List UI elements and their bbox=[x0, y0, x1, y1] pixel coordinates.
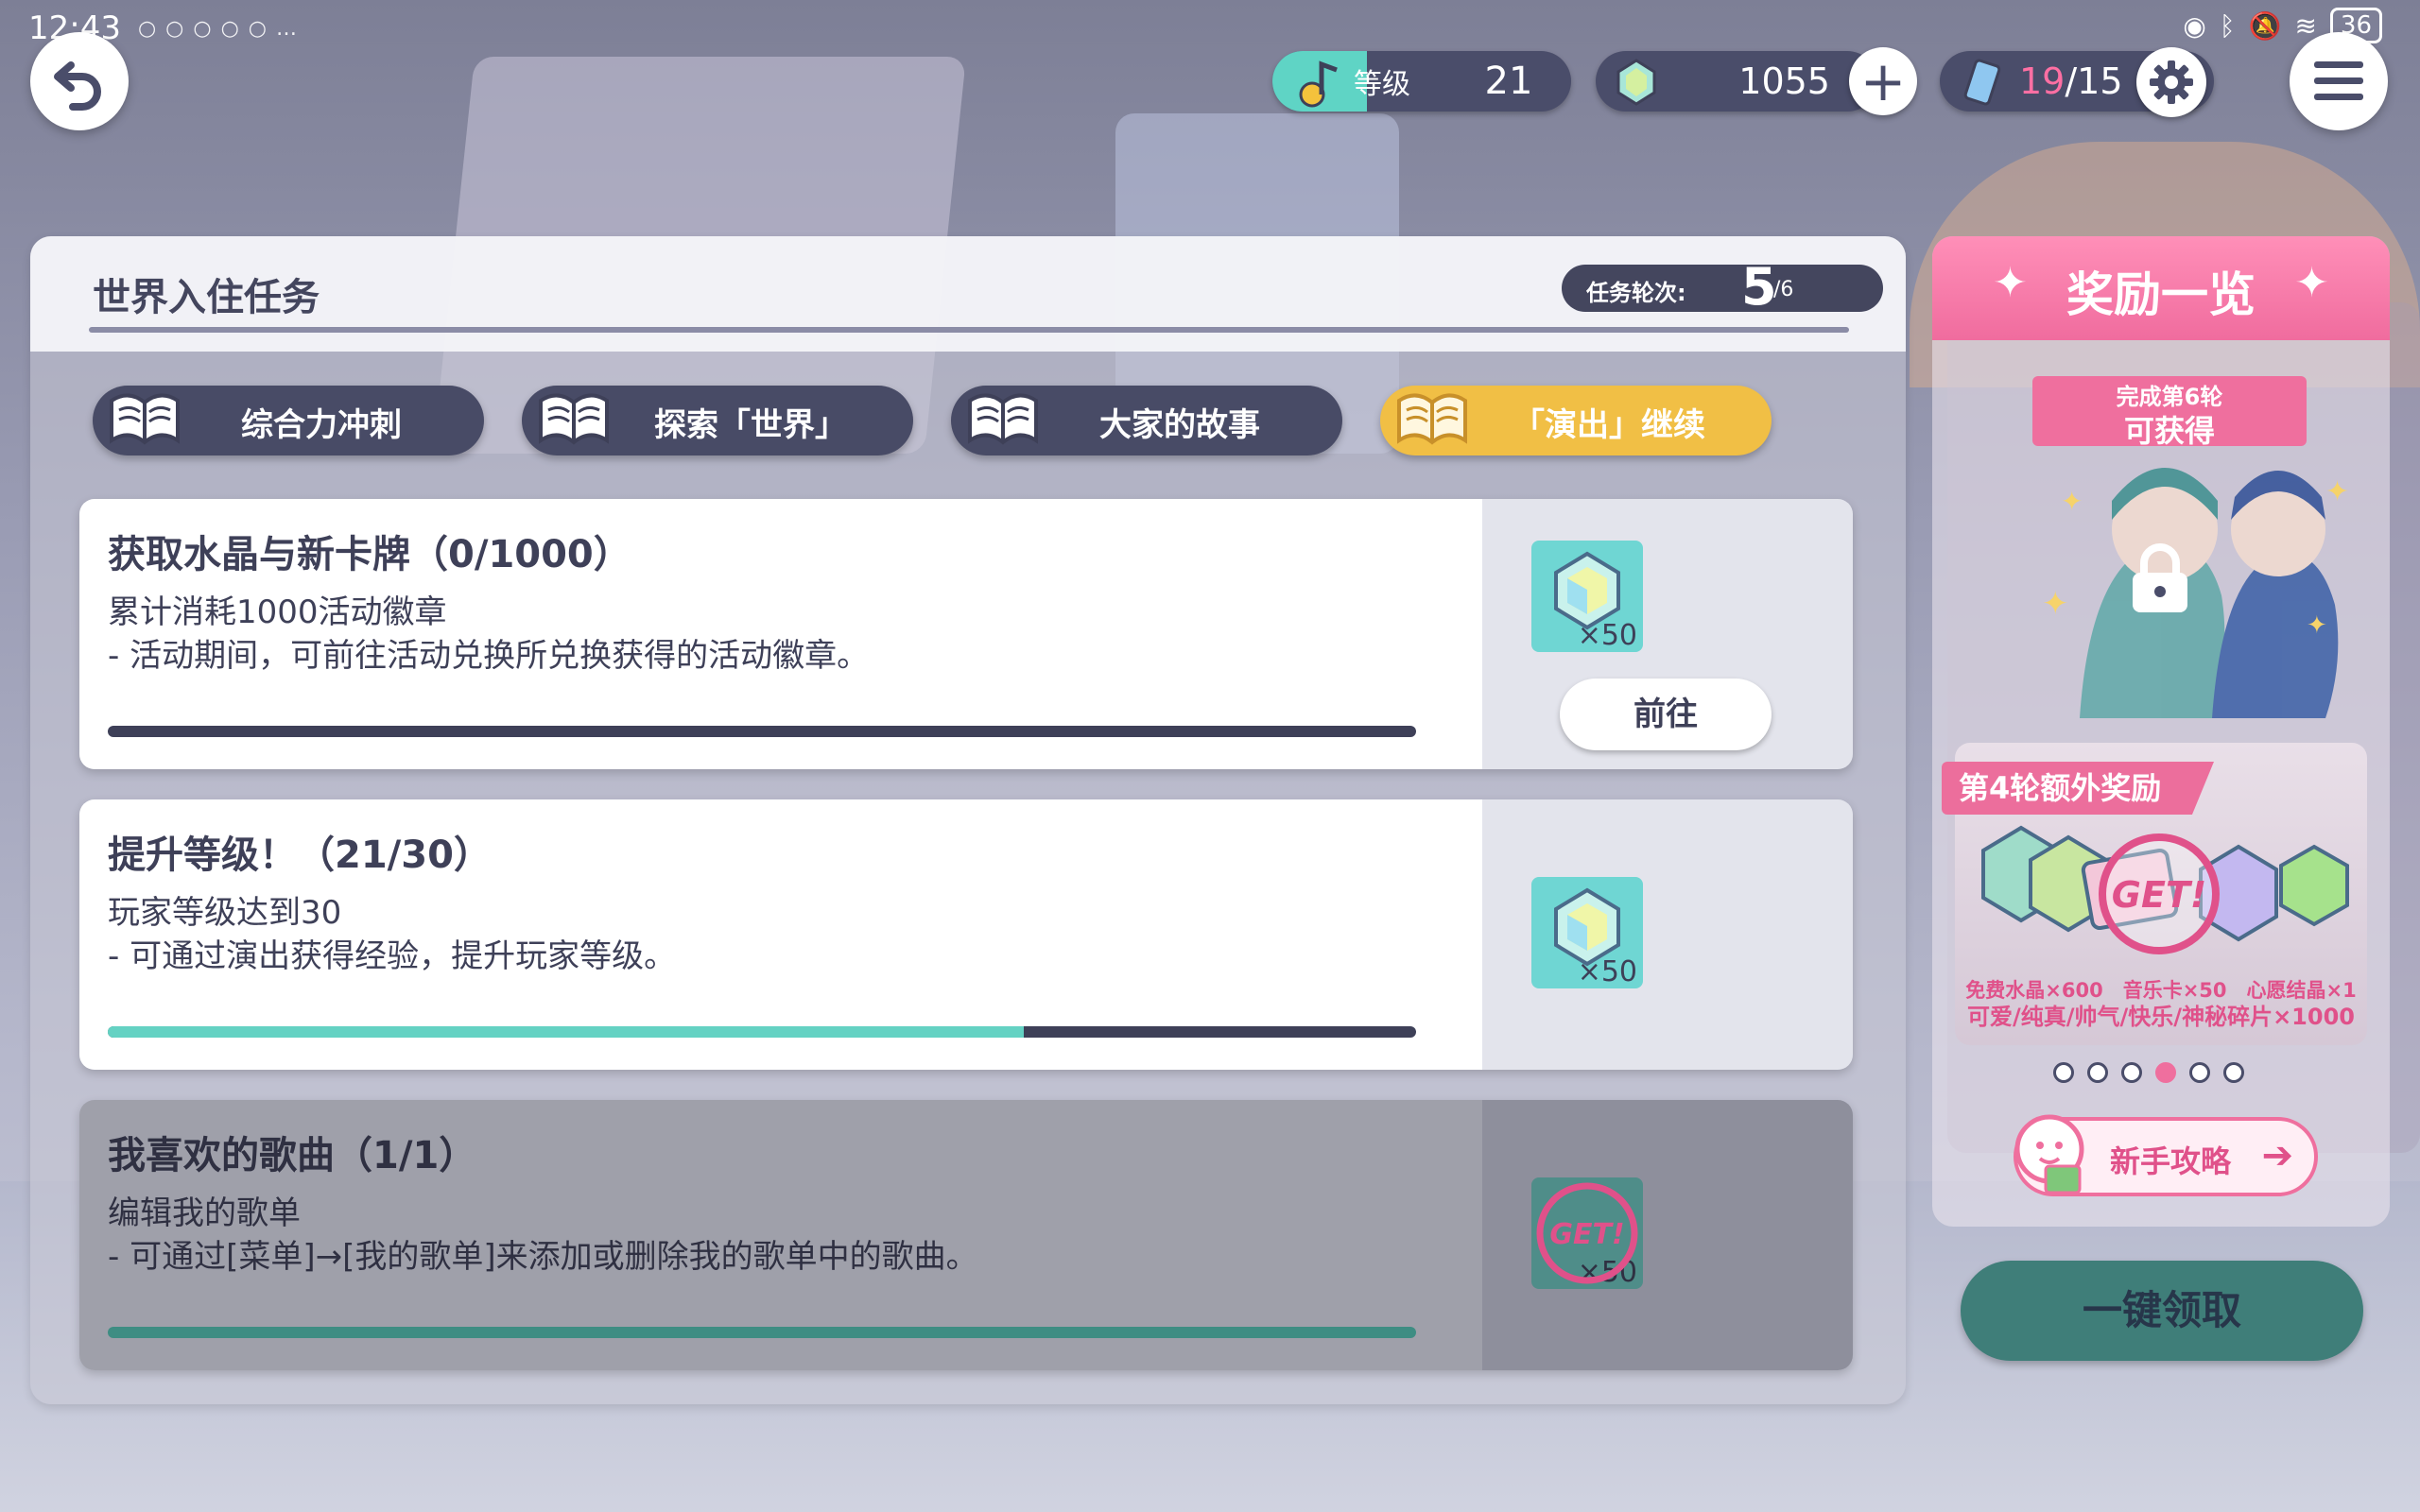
mission-note: - 可通过演出获得经验，提升玩家等级。 bbox=[108, 937, 677, 975]
level-value: 21 bbox=[1484, 60, 1533, 103]
page-dot-active[interactable] bbox=[2155, 1062, 2176, 1083]
bluetooth-icon: ᛒ bbox=[2219, 9, 2236, 42]
tab-explore-world[interactable]: 探索「世界」 bbox=[522, 386, 913, 455]
page-dot[interactable] bbox=[2087, 1062, 2108, 1083]
svg-text:✦: ✦ bbox=[2307, 611, 2327, 640]
back-arrow-icon bbox=[54, 61, 101, 111]
mission-description: 累计消耗1000活动徽章 bbox=[108, 593, 447, 631]
crystal-display: 1055 bbox=[1596, 51, 1877, 112]
gear-icon bbox=[2150, 60, 2193, 104]
goto-button[interactable]: 前往 bbox=[1560, 679, 1772, 750]
get-stamp-text: GET! bbox=[1549, 1218, 1624, 1251]
notification-dots-icon: ○○○○○… bbox=[137, 16, 306, 41]
mission-description: 编辑我的歌单 bbox=[108, 1194, 301, 1232]
guide-label: 新手攻略 bbox=[2110, 1143, 2232, 1179]
book-icon bbox=[1397, 393, 1467, 445]
bonus-page-indicator bbox=[2053, 1062, 2244, 1083]
sparkle-icon: ✦ bbox=[2294, 259, 2329, 307]
tab-label: 综合力冲刺 bbox=[241, 406, 402, 444]
svg-text:✦: ✦ bbox=[2325, 475, 2349, 508]
tab-label: 大家的故事 bbox=[1099, 406, 1260, 444]
round-current: 5 bbox=[1741, 257, 1777, 317]
arrow-right-icon: ➔ bbox=[2261, 1134, 2293, 1177]
book-icon bbox=[539, 393, 609, 445]
panel-title: 世界入住任务 bbox=[93, 276, 320, 319]
add-crystal-button[interactable]: + bbox=[1849, 47, 1917, 115]
level-label: 等级 bbox=[1354, 68, 1410, 101]
svg-text:✦: ✦ bbox=[2061, 486, 2083, 517]
ticket-total: /15 bbox=[2065, 60, 2123, 102]
book-icon bbox=[968, 393, 1038, 445]
crystal-reward-icon: ×50 bbox=[1531, 877, 1643, 988]
book-icon bbox=[110, 393, 180, 445]
completion-ribbon: 完成第6轮 可获得 bbox=[2032, 376, 2307, 449]
tab-power-sprint[interactable]: 综合力冲刺 bbox=[93, 386, 484, 455]
ticket-icon bbox=[1963, 59, 2001, 106]
ticket-current: 19 bbox=[2019, 60, 2066, 102]
bonus-items-line2: 可爱/纯真/帅气/快乐/神秘碎片×1000 bbox=[1967, 1004, 2355, 1030]
mute-icon: 🔕 bbox=[2248, 9, 2282, 42]
tab-label: 探索「世界」 bbox=[654, 406, 847, 444]
claim-all-button[interactable]: 一键领取 bbox=[1961, 1261, 2363, 1361]
crystal-reward-icon: ×50 bbox=[1531, 541, 1643, 652]
mascot-icon bbox=[2014, 1114, 2084, 1194]
level-display: 等级 21 bbox=[1272, 51, 1571, 112]
wifi-icon: ≋ bbox=[2294, 9, 2317, 42]
lock-icon bbox=[2133, 543, 2187, 612]
mission-round-indicator: 任务轮次: 5 /6 bbox=[1562, 257, 1883, 317]
menu-button[interactable] bbox=[2290, 32, 2388, 130]
crystal-icon bbox=[1616, 59, 1656, 106]
tab-performance-continue[interactable]: 「演出」继续 bbox=[1380, 386, 1772, 455]
page-dot[interactable] bbox=[2053, 1062, 2074, 1083]
round-total: /6 bbox=[1773, 278, 1794, 301]
crystal-value: 1055 bbox=[1738, 60, 1830, 102]
ribbon-top-text: 完成第6轮 bbox=[2116, 384, 2223, 410]
mission-note: - 可通过[菜单]→[我的歌单]来添加或删除我的歌单中的歌曲。 bbox=[108, 1238, 978, 1276]
get-stamp-icon: GET! bbox=[1536, 1182, 1638, 1284]
reward-quantity: ×50 bbox=[1577, 955, 1637, 988]
settings-button[interactable] bbox=[2136, 47, 2206, 117]
mission-title: 我喜欢的歌曲（1/1） bbox=[108, 1134, 477, 1177]
reward-overview-header: ✦ 奖励一览 ✦ bbox=[1932, 236, 2390, 340]
mission-title: 获取水晶与新卡牌（0/1000） bbox=[108, 533, 631, 576]
mission-progress-bar bbox=[108, 726, 1416, 737]
title-underline bbox=[89, 327, 1849, 333]
page-dot[interactable] bbox=[2189, 1062, 2210, 1083]
mission-note: - 活动期间，可前往活动兑换所兑换获得的活动徽章。 bbox=[108, 637, 870, 675]
plus-icon: + bbox=[1859, 49, 1907, 113]
bonus-get-stamp-icon: GET! bbox=[2099, 833, 2220, 954]
character-reward-preview[interactable]: ✦ ✦ ✦ ✦ bbox=[2023, 444, 2363, 718]
crystal-reward-icon: ×50 GET! bbox=[1531, 1177, 1643, 1289]
tab-label: 「演出」继续 bbox=[1512, 406, 1705, 444]
reward-quantity: ×50 bbox=[1577, 619, 1637, 652]
music-note-icon bbox=[1299, 60, 1338, 108]
mission-title: 提升等级！（21/30） bbox=[108, 833, 492, 877]
tab-everyones-story[interactable]: 大家的故事 bbox=[951, 386, 1342, 455]
mission-description: 玩家等级达到30 bbox=[108, 894, 342, 932]
bonus-get-stamp-text: GET! bbox=[2112, 874, 2206, 916]
svg-text:✦: ✦ bbox=[2042, 585, 2069, 623]
mission-progress-bar bbox=[108, 1026, 1416, 1038]
eye-icon: ◉ bbox=[2183, 9, 2206, 42]
page-dot[interactable] bbox=[2121, 1062, 2142, 1083]
bonus-tag: 第4轮额外奖励 bbox=[1942, 762, 2214, 815]
round-label: 任务轮次: bbox=[1586, 280, 1686, 306]
panel-header: 世界入住任务 任务轮次: 5 /6 bbox=[30, 236, 1906, 352]
back-button[interactable] bbox=[30, 32, 129, 130]
page-dot[interactable] bbox=[2223, 1062, 2244, 1083]
mission-progress-bar bbox=[108, 1327, 1416, 1338]
hamburger-menu-icon bbox=[2314, 61, 2363, 100]
